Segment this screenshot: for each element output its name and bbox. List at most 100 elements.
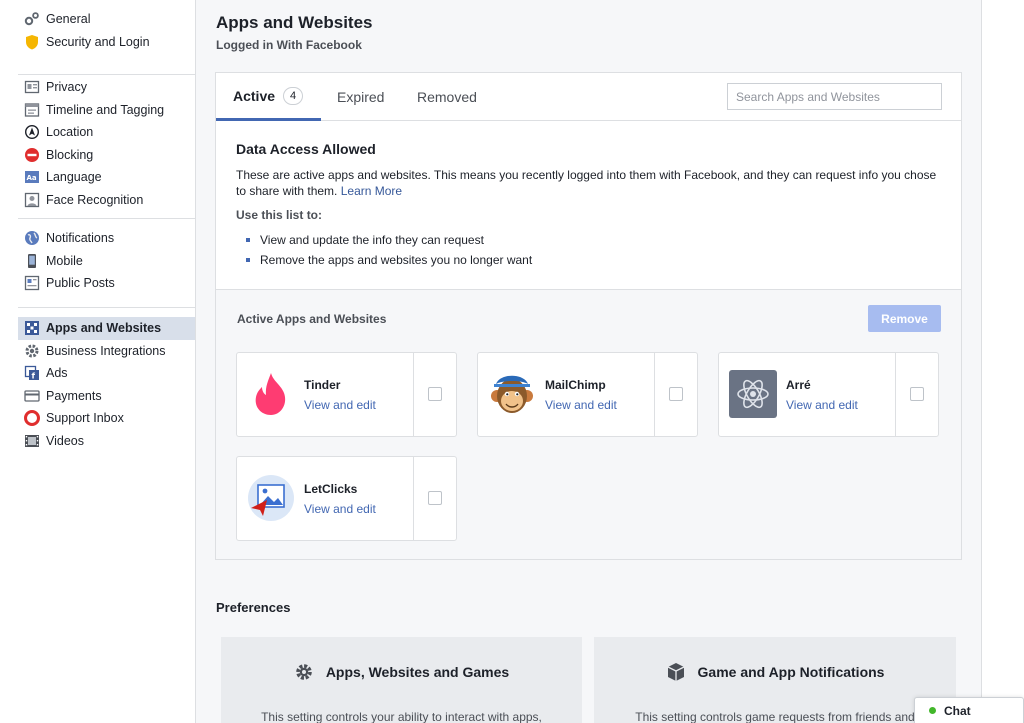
view-and-edit-link[interactable]: View and edit [304, 502, 376, 516]
pref-card-text: This setting controls your ability to in… [261, 710, 542, 723]
app-card-tinder: Tinder View and edit [236, 352, 457, 437]
sidebar-item-language[interactable]: Aa Language [18, 166, 195, 189]
sidebar-group-notifications: Notifications Mobile Public Posts [18, 218, 195, 295]
ads-icon: f [24, 365, 40, 381]
sidebar-item-mobile[interactable]: Mobile [18, 250, 195, 273]
select-checkbox[interactable] [910, 387, 924, 401]
active-apps-title: Active Apps and Websites [237, 312, 387, 326]
sidebar-item-public-posts[interactable]: Public Posts [18, 272, 195, 295]
info-title: Data Access Allowed [236, 141, 376, 157]
app-name: Arré [786, 378, 811, 392]
app-card-arre: Arré View and edit [718, 352, 939, 437]
right-pane [982, 0, 1024, 723]
tab-expired[interactable]: Expired [337, 73, 384, 121]
sidebar-item-label: Ads [46, 366, 68, 381]
app-card-letclicks: LetClicks View and edit [236, 456, 457, 541]
list-item: Remove the apps and websites you no long… [236, 250, 941, 270]
apps-icon [24, 320, 40, 336]
sidebar-item-location[interactable]: Location [18, 121, 195, 144]
sidebar-item-label: Location [46, 125, 94, 140]
videos-icon [24, 433, 40, 449]
sidebar-item-label: Privacy [46, 80, 87, 95]
view-and-edit-link[interactable]: View and edit [786, 398, 858, 412]
sidebar-item-label: Blocking [46, 147, 94, 162]
page-title: Apps and Websites [216, 13, 373, 32]
pref-card-game-app-notifications[interactable]: Game and App Notifications This setting … [594, 637, 956, 723]
app-name: LetClicks [304, 482, 358, 496]
sidebar-item-label: General [46, 12, 91, 27]
select-checkbox[interactable] [669, 387, 683, 401]
public-posts-icon [24, 275, 40, 291]
pref-card-header: Apps, Websites and Games [221, 662, 582, 682]
search-input[interactable] [727, 83, 942, 110]
app-card-mailchimp: MailChimp View and edit [477, 352, 698, 437]
settings-sidebar: General Security and Login Privacy Timel… [0, 0, 196, 723]
atom-icon [729, 370, 777, 418]
app-name: MailChimp [545, 378, 606, 392]
sidebar-item-timeline[interactable]: Timeline and Tagging [18, 99, 195, 122]
sidebar-item-notifications[interactable]: Notifications [18, 227, 195, 250]
sidebar-item-label: Apps and Websites [46, 321, 162, 336]
sidebar-item-privacy[interactable]: Privacy [18, 76, 195, 99]
chat-tab[interactable]: Chat [914, 697, 1024, 723]
mailchimp-monkey-icon [488, 370, 536, 418]
pref-card-title: Apps, Websites and Games [325, 664, 510, 680]
sidebar-item-business-integrations[interactable]: Business Integrations [18, 340, 195, 363]
pref-card-apps-websites-games[interactable]: Apps, Websites and Games This setting co… [221, 637, 582, 723]
tab-removed[interactable]: Removed [417, 73, 477, 121]
blocking-icon [24, 147, 40, 163]
sidebar-item-label: Payments [46, 388, 102, 403]
sidebar-item-apps-and-websites[interactable]: Apps and Websites [18, 317, 195, 340]
privacy-icon [24, 79, 40, 95]
select-checkbox[interactable] [428, 491, 442, 505]
select-zone [413, 353, 456, 436]
sidebar-item-support-inbox[interactable]: Support Inbox [18, 407, 195, 430]
support-icon [24, 410, 40, 427]
sidebar-item-blocking[interactable]: Blocking [18, 144, 195, 167]
view-and-edit-link[interactable]: View and edit [304, 398, 376, 412]
select-checkbox[interactable] [428, 387, 442, 401]
preferences-title: Preferences [216, 600, 291, 615]
sidebar-item-general[interactable]: General [18, 8, 195, 31]
remove-button[interactable]: Remove [868, 305, 941, 332]
tab-label: Active [233, 87, 276, 104]
pref-card-header: Game and App Notifications [594, 662, 956, 682]
tab-label: Expired [337, 89, 385, 105]
sidebar-item-label: Support Inbox [46, 411, 124, 426]
sidebar-group-privacy: Privacy Timeline and Tagging Location Bl… [18, 74, 195, 211]
pref-card-title: Game and App Notifications [697, 664, 885, 680]
sidebar-item-label: Notifications [46, 231, 115, 246]
use-list-title: Use this list to: [236, 208, 323, 222]
sidebar-item-label: Timeline and Tagging [46, 102, 165, 117]
sidebar-item-label: Mobile [46, 253, 83, 268]
sidebar-item-label: Security and Login [46, 34, 150, 49]
sidebar-item-security[interactable]: Security and Login [18, 31, 195, 54]
sidebar-item-videos[interactable]: Videos [18, 430, 195, 453]
sidebar-item-label: Public Posts [46, 276, 115, 291]
business-gear-icon [24, 343, 40, 359]
select-zone [413, 457, 456, 540]
tab-label: Removed [417, 89, 477, 105]
active-apps-section: Active Apps and Websites Remove Tinder V… [216, 289, 961, 559]
svg-text:f: f [32, 372, 36, 381]
online-status-icon [929, 707, 936, 714]
face-recognition-icon [24, 192, 40, 208]
page-subtitle: Logged in With Facebook [216, 38, 362, 52]
apps-panel: Active 4 Expired Removed Data Access All… [215, 72, 962, 560]
sidebar-item-label: Language [46, 170, 102, 185]
sidebar-item-ads[interactable]: f Ads [18, 362, 195, 385]
select-zone [895, 353, 938, 436]
tab-bar: Active 4 Expired Removed [216, 73, 961, 121]
svg-text:Aa: Aa [27, 174, 37, 182]
gear-icon [294, 662, 314, 682]
cube-icon [666, 662, 686, 682]
globe-icon [24, 230, 40, 246]
chat-label: Chat [944, 703, 971, 718]
sidebar-item-face-recognition[interactable]: Face Recognition [18, 189, 195, 212]
view-and-edit-link[interactable]: View and edit [545, 398, 617, 412]
tab-active[interactable]: Active 4 [216, 73, 321, 121]
info-description: These are active apps and websites. This… [236, 167, 941, 199]
learn-more-link[interactable]: Learn More [341, 184, 402, 198]
sidebar-item-payments[interactable]: Payments [18, 385, 195, 408]
data-access-info: Data Access Allowed These are active app… [216, 121, 961, 289]
